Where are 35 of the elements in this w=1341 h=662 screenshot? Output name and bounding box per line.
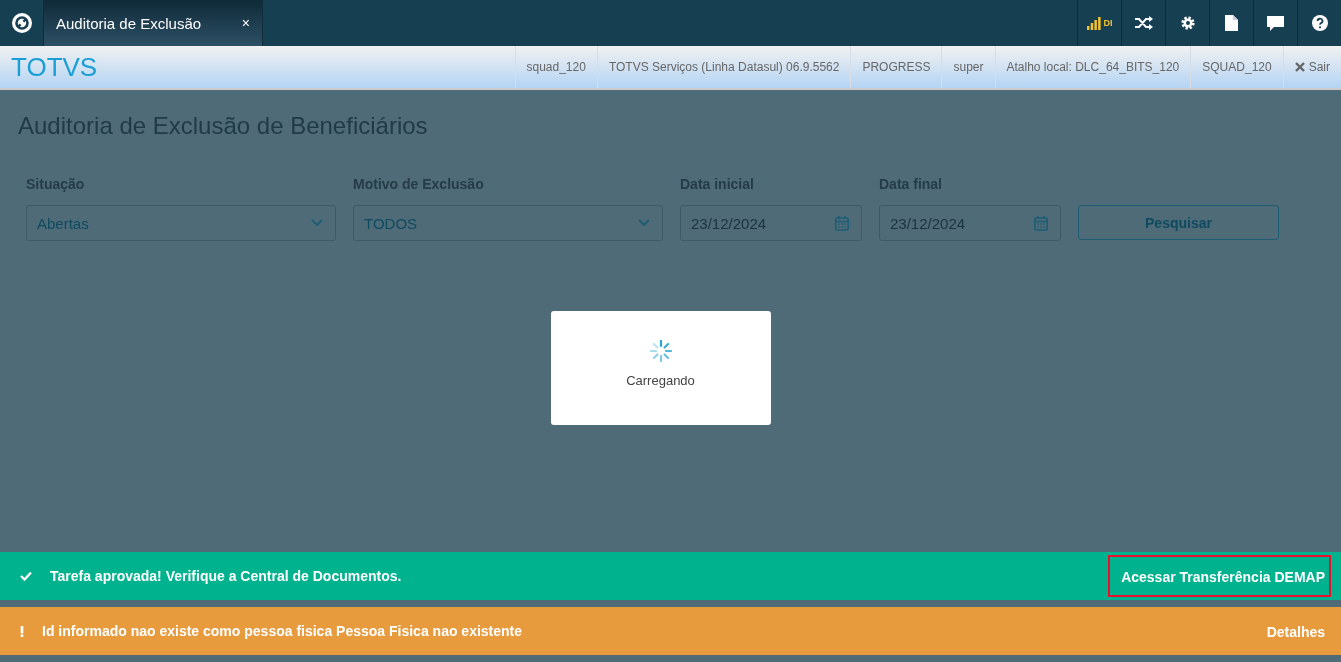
- search-button[interactable]: Pesquisar: [1078, 205, 1279, 240]
- date-field[interactable]: 23/12/2024: [680, 205, 862, 241]
- dropdown-field[interactable]: TODOS: [353, 205, 663, 241]
- check-icon: [20, 571, 32, 581]
- notification-message: Tarefa aprovada! Verifique a Central de Documentos.: [50, 568, 402, 584]
- session-info: super: [941, 46, 995, 88]
- chevron-down-icon: [638, 219, 650, 227]
- dropdown-field[interactable]: Abertas: [26, 205, 336, 241]
- session-info: Atalho local: DLC_64_BITS_120: [994, 46, 1191, 88]
- session-info: SQUAD_120: [1190, 46, 1283, 88]
- session-info: PROGRESS: [850, 46, 942, 88]
- tab[interactable]: Auditoria de Exclusão ×: [44, 0, 263, 46]
- calendar-icon: [1034, 215, 1048, 231]
- session-info: TOTVS Serviços (Linha Datasul) 06.9.5562: [596, 46, 851, 88]
- notification-message: Id informado nao existe como pessoa fisica Pessoa Fisica nao existente: [42, 623, 523, 639]
- settings-icon: [1179, 15, 1196, 31]
- signal-icon: [1086, 16, 1101, 30]
- close-button[interactable]: ×: [241, 15, 250, 31]
- calendar-icon: [835, 215, 849, 231]
- brand-logo: TOTVS: [10, 51, 98, 83]
- loading-text: Carregando: [626, 373, 695, 388]
- close-icon: [1294, 62, 1305, 72]
- date-field[interactable]: 23/12/2024: [879, 205, 1061, 241]
- notification-link[interactable]: Detalhes: [1253, 610, 1331, 652]
- spinner-icon: [649, 340, 672, 362]
- logout-button[interactable]: Sair: [1282, 46, 1341, 88]
- document-icon: [1225, 15, 1238, 31]
- chat-icon: [1267, 15, 1284, 31]
- chevron-down-icon: [311, 219, 323, 227]
- logo-icon[interactable]: [9, 11, 34, 35]
- notification-link[interactable]: Acessar Transferência DEMAP: [1108, 555, 1331, 597]
- shuffle-icon: [1134, 16, 1153, 30]
- exclamation-icon: [20, 625, 24, 637]
- help-icon: [1311, 15, 1328, 31]
- session-info: squad_120: [514, 46, 597, 88]
